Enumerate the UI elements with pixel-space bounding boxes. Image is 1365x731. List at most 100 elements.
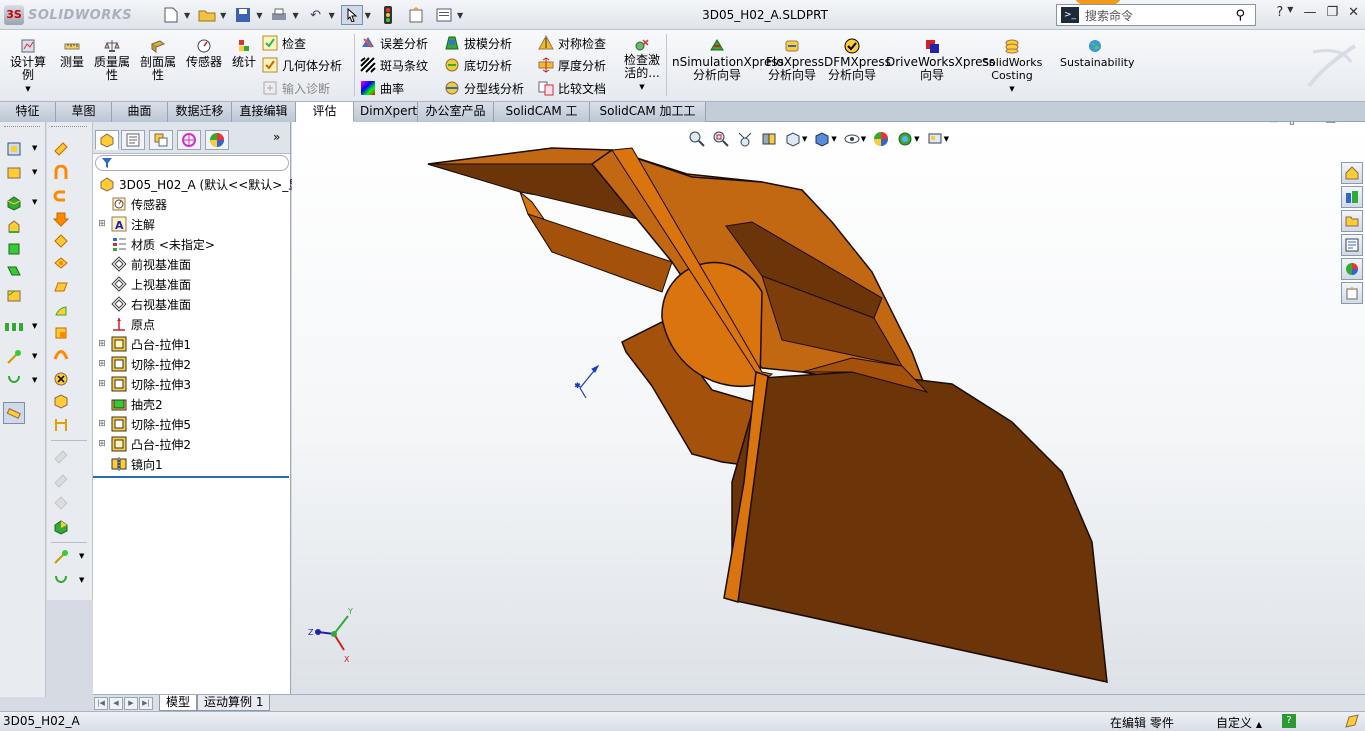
propertymanager-tab-icon[interactable] xyxy=(121,130,145,150)
sketch-icon[interactable] xyxy=(4,140,24,158)
flex-icon[interactable] xyxy=(51,346,71,364)
minimize-icon[interactable]: — xyxy=(1303,5,1316,20)
doc-close-icon[interactable]: ✕ xyxy=(1346,122,1355,126)
thickness-analysis-button[interactable]: 厚度分析 xyxy=(538,55,606,75)
disabled-tool-icon[interactable] xyxy=(51,448,71,466)
tree-item[interactable]: ⊞ 切除-拉伸3 xyxy=(97,374,191,394)
help-dropdown-icon[interactable]: ▼ xyxy=(1287,5,1293,20)
tree-item[interactable]: 材质 <未指定> xyxy=(97,234,215,254)
design-library-icon[interactable] xyxy=(1341,186,1363,208)
reference-dropdown-icon[interactable]: ▼ xyxy=(79,552,84,560)
deviation-analysis-button[interactable]: 误差分析 xyxy=(360,33,428,53)
design-study-button[interactable]: 设计算例 ▼ xyxy=(8,38,48,96)
statistics-button[interactable]: 统计 xyxy=(230,38,258,69)
symmetry-check-button[interactable]: 对称检查 xyxy=(538,33,606,53)
rollback-bar[interactable] xyxy=(93,476,289,478)
tree-item[interactable]: 右视基准面 xyxy=(97,294,191,314)
loft-icon[interactable] xyxy=(4,262,24,280)
expand-node-icon[interactable]: ⊞ xyxy=(97,419,107,429)
feature-move-icon[interactable] xyxy=(51,140,71,158)
reference-geometry-icon[interactable] xyxy=(4,348,24,366)
section-view-icon[interactable] xyxy=(760,130,778,148)
tree-item[interactable]: 原点 xyxy=(97,314,155,334)
view-orientation-icon[interactable] xyxy=(784,130,802,148)
dimxpertmanager-tab-icon[interactable] xyxy=(177,130,201,150)
rib-icon[interactable] xyxy=(51,254,71,272)
boss-dropdown-icon[interactable]: ▼ xyxy=(32,198,37,206)
expand-node-icon[interactable]: ⊞ xyxy=(97,379,107,389)
hide-show-dropdown-icon[interactable]: ▼ xyxy=(861,135,866,143)
check-button[interactable]: 检查 xyxy=(262,33,306,53)
close-icon[interactable]: ✕ xyxy=(1348,5,1359,20)
tree-item[interactable]: ⊞ 切除-拉伸2 xyxy=(97,354,191,374)
arrow-down-icon[interactable] xyxy=(51,210,71,228)
units-dropdown-icon[interactable]: ▲ xyxy=(1256,720,1262,729)
display-style-dropdown-icon[interactable]: ▼ xyxy=(831,135,836,143)
search-input[interactable]: 搜索命令 xyxy=(1085,7,1235,24)
save-icon[interactable] xyxy=(232,5,254,25)
new-document-icon[interactable] xyxy=(160,5,182,25)
model-viewport[interactable]: * Y Z X xyxy=(292,122,1365,694)
quick-tips-icon[interactable]: ? xyxy=(1282,714,1296,728)
section-properties-button[interactable]: 剖面属性 xyxy=(138,38,178,82)
new-dropdown-icon[interactable]: ▼ xyxy=(184,11,190,20)
costing-button[interactable]: SolidWorks Costing ▼ xyxy=(982,38,1042,96)
chamfer-icon[interactable] xyxy=(51,232,71,250)
tree-item[interactable]: 前视基准面 xyxy=(97,254,191,274)
view-settings-icon[interactable] xyxy=(926,130,944,148)
custom-properties-icon[interactable] xyxy=(1341,282,1363,304)
tab-office-products[interactable]: 办公室产品 xyxy=(418,102,494,122)
last-tab-icon[interactable]: ▶| xyxy=(139,696,153,710)
geometry-analysis-button[interactable]: 几何体分析 xyxy=(262,55,342,75)
search-commands-box[interactable]: >_ 搜索命令 ⚲ xyxy=(1056,4,1256,26)
curves-icon[interactable] xyxy=(4,372,24,390)
expand-node-icon[interactable]: ⊞ xyxy=(97,339,107,349)
import-diagnostics-button[interactable]: 输入诊断 xyxy=(262,78,330,98)
revolved-boss-icon[interactable] xyxy=(4,218,24,236)
featuremanager-tab-icon[interactable] xyxy=(95,130,119,150)
tab-evaluate[interactable]: 评估 xyxy=(296,102,354,122)
tab-data-migration[interactable]: 数据迁移 xyxy=(168,102,232,122)
sketch-dropdown-icon[interactable]: ▼ xyxy=(32,144,37,152)
expand-node-icon[interactable]: ⊞ xyxy=(97,439,107,449)
costing-dropdown-icon[interactable]: ▼ xyxy=(982,83,1042,96)
select-dropdown-icon[interactable]: ▼ xyxy=(365,11,371,20)
print-dropdown-icon[interactable]: ▼ xyxy=(292,11,298,20)
tree-root-part[interactable]: 3D05_H02_A (默认<<默认>_显 xyxy=(95,174,300,194)
disabled-tool-icon[interactable] xyxy=(51,494,71,512)
tree-item[interactable]: ⊞ 凸台-拉伸1 xyxy=(97,334,191,354)
tab-solidcam-machining[interactable]: SolidCAM 加工工程 xyxy=(590,102,706,137)
expand-node-icon[interactable]: ⊞ xyxy=(97,359,107,369)
floxpress-button[interactable]: FloXpress 分析向导 xyxy=(766,38,824,82)
tab-motion-study[interactable]: 运动算例 1 xyxy=(197,695,271,711)
file-explorer-icon[interactable] xyxy=(1341,210,1363,232)
zebra-stripes-button[interactable]: 斑马条纹 xyxy=(360,55,428,75)
delete-body-icon[interactable] xyxy=(51,370,71,388)
toolbar-grip[interactable] xyxy=(51,126,87,128)
select-pointer-icon[interactable] xyxy=(340,5,363,25)
tile-horizontal-icon[interactable]: ▭ xyxy=(1268,122,1278,126)
print-icon[interactable] xyxy=(268,5,290,25)
tab-direct-editing[interactable]: 直接编辑 xyxy=(232,102,296,122)
tree-item[interactable]: 镜向1 xyxy=(97,454,163,474)
toolbar-grip[interactable] xyxy=(4,126,40,128)
view-orientation-dropdown-icon[interactable]: ▼ xyxy=(802,135,807,143)
tree-filter-input[interactable] xyxy=(95,155,289,171)
reference-dropdown-icon[interactable]: ▼ xyxy=(32,352,37,360)
expand-node-icon[interactable]: ⊞ xyxy=(97,219,107,229)
zoom-to-area-icon[interactable] xyxy=(712,130,730,148)
graphics-area[interactable]: * Y Z X ▼ ▼ ▼ ▼ ▼ ▭ ▯ — xyxy=(292,122,1365,694)
cut-revolve-icon[interactable] xyxy=(51,188,71,206)
check-active-dropdown-icon[interactable]: ▼ xyxy=(620,81,664,94)
options-dropdown-icon[interactable]: ▼ xyxy=(457,11,463,20)
zoom-to-fit-icon[interactable] xyxy=(688,130,706,148)
fillet-icon[interactable] xyxy=(4,286,24,304)
previous-view-icon[interactable] xyxy=(736,130,754,148)
parting-line-analysis-button[interactable]: 分型线分析 xyxy=(444,78,524,98)
undercut-analysis-button[interactable]: 底切分析 xyxy=(444,55,512,75)
simulationxpress-button[interactable]: nSimulationXpress 分析向导 xyxy=(672,38,784,82)
curvature-button[interactable]: 曲率 xyxy=(360,78,404,98)
search-icon[interactable]: ⚲ xyxy=(1235,8,1245,23)
options-icon[interactable] xyxy=(433,5,455,25)
open-folder-icon[interactable] xyxy=(196,5,218,25)
